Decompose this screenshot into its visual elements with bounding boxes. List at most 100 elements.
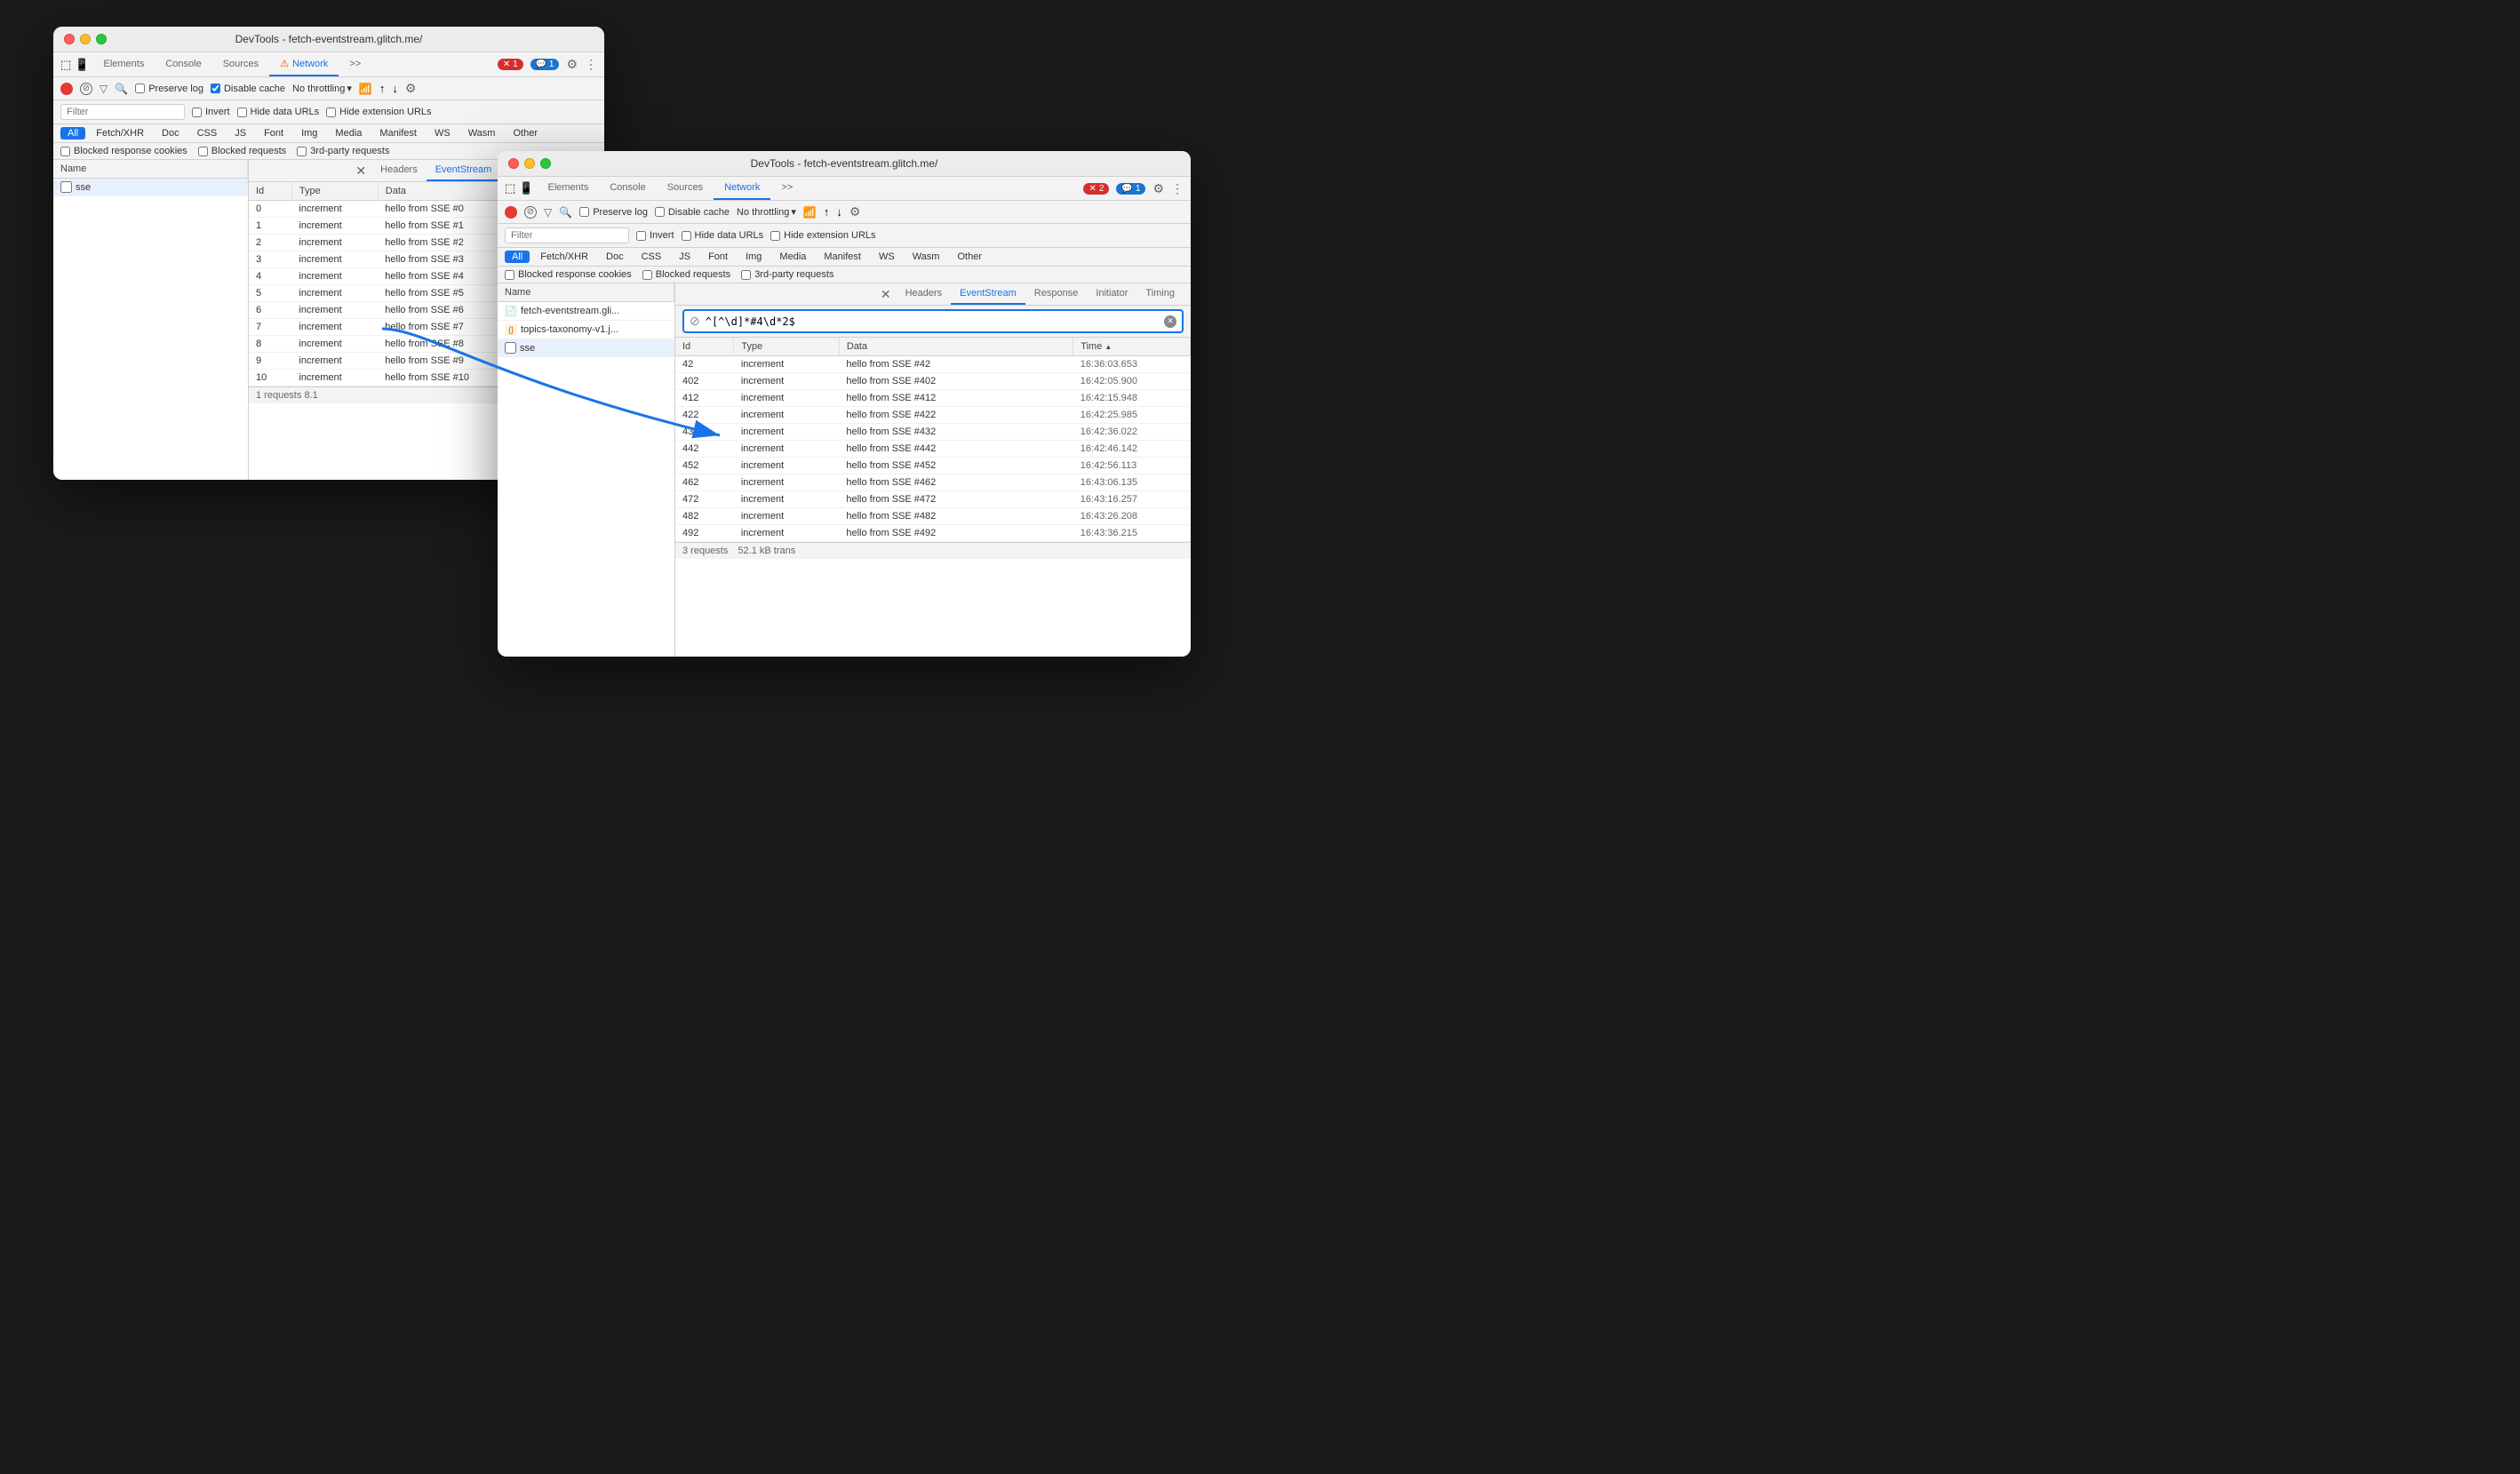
hide-ext-checkbox-2[interactable] [770,231,780,241]
invert-label-2[interactable]: Invert [636,230,674,241]
search-icon-1[interactable]: 🔍 [115,83,128,95]
disable-cache-checkbox-1[interactable] [211,84,220,93]
filter-other-1[interactable]: Other [506,127,545,139]
filter-manifest-2[interactable]: Manifest [817,251,868,263]
minimize-button-2[interactable] [524,158,535,169]
panel-tab-eventstream-2[interactable]: EventStream [951,283,1025,305]
filter-img-2[interactable]: Img [738,251,769,263]
panel-tab-headers-2[interactable]: Headers [897,283,952,305]
throttling-button-1[interactable]: No throttling ▾ [292,83,352,94]
clear-button-2[interactable]: ⊘ [524,206,537,219]
more-icon-1[interactable]: ⋮ [585,57,597,72]
filter-input-2[interactable] [505,227,629,243]
hide-ext-label-2[interactable]: Hide extension URLs [770,230,875,241]
filter-other-2[interactable]: Other [950,251,989,263]
blocked-cookies-label-1[interactable]: Blocked response cookies [60,146,187,156]
preserve-log-label-1[interactable]: Preserve log [135,84,203,94]
filter-font-1[interactable]: Font [257,127,291,139]
filter-input-1[interactable] [60,104,185,120]
filter-js-2[interactable]: JS [672,251,698,263]
filter-icon-2[interactable]: ▽ [544,206,552,219]
invert-checkbox-1[interactable] [192,108,202,117]
tab-elements-2[interactable]: Elements [537,177,599,200]
hide-data-checkbox-1[interactable] [237,108,247,117]
panel-tab-initiator-2[interactable]: Initiator [1087,283,1136,305]
table-row[interactable]: 462 increment hello from SSE #462 16:43:… [675,474,1191,491]
filter-all-2[interactable]: All [505,251,530,263]
third-party-checkbox-2[interactable] [741,270,751,280]
tab-sources-2[interactable]: Sources [657,177,714,200]
blocked-cookies-checkbox-1[interactable] [60,147,70,156]
tab-console-1[interactable]: Console [155,53,211,76]
hide-ext-label-1[interactable]: Hide extension URLs [326,107,431,117]
tab-network-2[interactable]: Network [714,177,770,200]
regex-filter-input-2[interactable]: ^[^\d]*#4\d*2$ [706,315,1159,328]
maximize-button-1[interactable] [96,34,107,44]
disable-cache-label-1[interactable]: Disable cache [211,84,285,94]
filter-js-1[interactable]: JS [227,127,253,139]
download-icon-1[interactable]: ↓ [392,82,398,95]
blocked-requests-checkbox-2[interactable] [642,270,652,280]
preserve-log-label-2[interactable]: Preserve log [579,207,648,218]
search-icon-2[interactable]: 🔍 [559,206,572,219]
hide-data-label-1[interactable]: Hide data URLs [237,107,320,117]
network-settings-icon-2[interactable]: ⚙ [849,204,861,219]
hide-ext-checkbox-1[interactable] [326,108,336,117]
table-row[interactable]: 432 increment hello from SSE #432 16:42:… [675,424,1191,441]
filter-media-2[interactable]: Media [772,251,813,263]
third-party-label-2[interactable]: 3rd-party requests [741,269,833,280]
throttling-button-2[interactable]: No throttling ▾ [737,206,796,218]
hide-data-label-2[interactable]: Hide data URLs [682,230,764,241]
filter-ws-2[interactable]: WS [872,251,902,263]
table-row[interactable]: 422 increment hello from SSE #422 16:42:… [675,407,1191,424]
close-button-2[interactable] [508,158,519,169]
sse-request-row-2[interactable]: sse [498,339,674,357]
disable-cache-checkbox-2[interactable] [655,207,665,217]
upload-icon-1[interactable]: ↑ [379,82,386,95]
blocked-cookies-checkbox-2[interactable] [505,270,514,280]
tab-more-1[interactable]: >> [339,53,371,76]
regex-cancel-icon-2[interactable]: ⊘ [690,314,700,329]
blocked-cookies-label-2[interactable]: Blocked response cookies [505,269,632,280]
table-row[interactable]: 492 increment hello from SSE #492 16:43:… [675,525,1191,542]
disable-cache-label-2[interactable]: Disable cache [655,207,730,218]
regex-clear-button-2[interactable]: ✕ [1164,315,1176,328]
minimize-button-1[interactable] [80,34,91,44]
filter-img-1[interactable]: Img [294,127,324,139]
blocked-requests-label-2[interactable]: Blocked requests [642,269,730,280]
tab-network-1[interactable]: ⚠ Network [269,52,339,76]
third-party-label-1[interactable]: 3rd-party requests [297,146,389,156]
tab-more-2[interactable]: >> [770,177,803,200]
filter-wasm-2[interactable]: Wasm [905,251,947,263]
tab-sources-1[interactable]: Sources [212,53,269,76]
invert-checkbox-2[interactable] [636,231,646,241]
device-icon-2[interactable]: 📱 [519,181,533,195]
filter-icon-1[interactable]: ▽ [100,83,108,95]
filter-font-2[interactable]: Font [701,251,735,263]
tab-elements-1[interactable]: Elements [92,53,155,76]
download-icon-2[interactable]: ↓ [836,205,842,219]
filter-fetchxhr-1[interactable]: Fetch/XHR [89,127,151,139]
table-row[interactable]: 472 increment hello from SSE #472 16:43:… [675,491,1191,508]
settings-icon-1[interactable]: ⚙ [566,57,578,72]
upload-icon-2[interactable]: ↑ [824,205,830,219]
device-icon-1[interactable]: 📱 [75,58,89,72]
panel-close-2[interactable]: ✕ [875,285,897,304]
table-row[interactable]: 442 increment hello from SSE #442 16:42:… [675,441,1191,458]
panel-tab-eventstream-1[interactable]: EventStream [427,160,501,181]
preserve-log-checkbox-2[interactable] [579,207,589,217]
filter-manifest-1[interactable]: Manifest [372,127,424,139]
blocked-requests-checkbox-1[interactable] [198,147,208,156]
settings-icon-2[interactable]: ⚙ [1152,181,1164,196]
blocked-requests-label-1[interactable]: Blocked requests [198,146,286,156]
close-button-1[interactable] [64,34,75,44]
panel-tab-headers-1[interactable]: Headers [371,160,427,181]
third-party-checkbox-1[interactable] [297,147,307,156]
filter-all-1[interactable]: All [60,127,85,139]
panel-tab-response-2[interactable]: Response [1025,283,1088,305]
network-settings-icon-1[interactable]: ⚙ [405,81,417,96]
clear-button-1[interactable]: ⊘ [80,83,92,95]
json-request-row-2[interactable]: {} topics-taxonomy-v1.j... [498,321,674,339]
page-request-row-2[interactable]: 📄 fetch-eventstream.gli... [498,302,674,322]
panel-tab-timing-2[interactable]: Timing [1136,283,1184,305]
